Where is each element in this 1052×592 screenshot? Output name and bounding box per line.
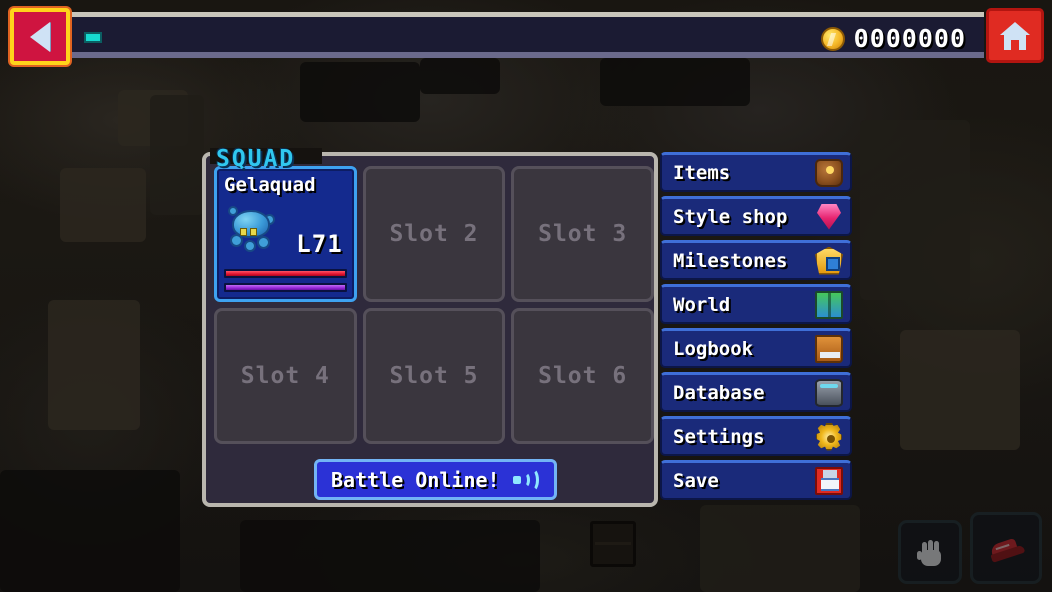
squad-slot-6[interactable]: Slot 6 bbox=[511, 308, 654, 444]
database-icon bbox=[815, 378, 843, 407]
battle-online-button[interactable]: Battle Online! bbox=[314, 459, 557, 500]
coin-count-label: 0000000 bbox=[853, 24, 966, 53]
character-level: L71 bbox=[296, 230, 343, 258]
background-rock bbox=[420, 58, 500, 94]
squad-slot-1[interactable]: Gelaquad L71 bbox=[214, 166, 357, 302]
background-rock bbox=[0, 470, 180, 592]
menu-item-label: Logbook bbox=[673, 337, 754, 360]
shoe-icon bbox=[987, 533, 1026, 563]
menu-item-label: Milestones bbox=[673, 249, 788, 272]
squad-panel: Gelaquad L71 Slot 2 Slot 3 Slot 4 Slot 5… bbox=[202, 152, 658, 507]
menu-item-label: Save bbox=[673, 469, 719, 492]
squad-panel-title: SQUAD bbox=[216, 146, 296, 172]
character-name: Gelaquad bbox=[224, 174, 316, 196]
menu-item-label: Settings bbox=[673, 425, 765, 448]
hand-action-pad[interactable] bbox=[898, 520, 962, 584]
menu-item-database[interactable]: Database bbox=[660, 372, 852, 412]
background-rock bbox=[700, 505, 860, 592]
medal-icon bbox=[815, 246, 843, 275]
book-icon bbox=[815, 334, 843, 363]
gem-icon bbox=[815, 203, 843, 231]
background-rock bbox=[300, 62, 420, 122]
squad-slot-5[interactable]: Slot 5 bbox=[362, 308, 506, 444]
floppy-icon bbox=[815, 466, 843, 495]
game-screen: 0000000 SQUAD Gelaquad L71 Slot 2 Slot 3… bbox=[0, 0, 1052, 592]
home-button[interactable] bbox=[986, 8, 1044, 63]
background-rock bbox=[600, 58, 750, 106]
broadcast-icon bbox=[512, 467, 542, 492]
hand-icon bbox=[917, 538, 943, 566]
shoe-action-pad[interactable] bbox=[970, 512, 1042, 584]
main-menu: Items Style shop Milestones World Logboo… bbox=[660, 152, 852, 500]
action-pads bbox=[898, 512, 1042, 584]
background-rock bbox=[150, 95, 204, 215]
background-rock bbox=[240, 520, 540, 592]
background-rock bbox=[900, 330, 1020, 450]
bag-icon bbox=[815, 158, 843, 187]
squad-slot-grid: Gelaquad L71 Slot 2 Slot 3 Slot 4 Slot 5… bbox=[214, 166, 654, 444]
menu-item-label: World bbox=[673, 293, 731, 316]
back-button[interactable] bbox=[10, 8, 70, 65]
coin-counter: 0000000 bbox=[820, 24, 966, 53]
background-rock bbox=[48, 300, 140, 430]
arrow-left-icon bbox=[30, 21, 50, 52]
gear-icon bbox=[816, 422, 842, 451]
gelaquad-sprite bbox=[224, 198, 286, 260]
menu-item-logbook[interactable]: Logbook bbox=[660, 328, 852, 368]
menu-item-milestones[interactable]: Milestones bbox=[660, 240, 852, 280]
scenery-block bbox=[590, 521, 636, 567]
menu-item-settings[interactable]: Settings bbox=[660, 416, 852, 456]
background-rock bbox=[860, 120, 970, 300]
mp-bar bbox=[224, 283, 347, 292]
xp-chip-icon bbox=[84, 32, 102, 43]
squad-slot-3[interactable]: Slot 3 bbox=[511, 166, 654, 302]
home-icon bbox=[1000, 21, 1030, 50]
character-portrait-row: L71 bbox=[224, 198, 347, 264]
menu-item-label: Database bbox=[673, 381, 765, 404]
top-status-bar: 0000000 bbox=[68, 12, 984, 58]
menu-item-world[interactable]: World bbox=[660, 284, 852, 324]
map-icon bbox=[815, 290, 843, 319]
menu-item-label: Items bbox=[673, 161, 731, 184]
menu-item-label: Style shop bbox=[673, 205, 788, 228]
menu-item-items[interactable]: Items bbox=[660, 152, 852, 192]
coin-icon bbox=[820, 26, 845, 51]
menu-item-style-shop[interactable]: Style shop bbox=[660, 196, 852, 236]
hp-bar bbox=[224, 269, 347, 278]
menu-item-save[interactable]: Save bbox=[660, 460, 852, 500]
squad-slot-2[interactable]: Slot 2 bbox=[362, 166, 506, 302]
background-rock bbox=[60, 168, 146, 242]
battle-online-label: Battle Online! bbox=[331, 467, 500, 492]
squad-slot-4[interactable]: Slot 4 bbox=[214, 308, 357, 444]
